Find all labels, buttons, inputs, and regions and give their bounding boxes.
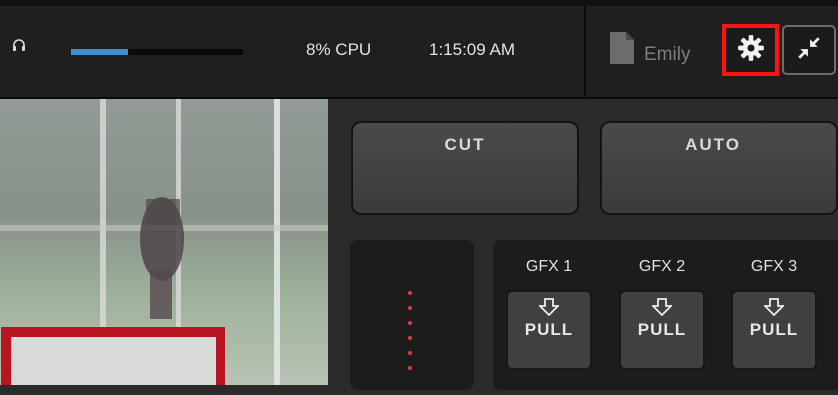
gfx-title: GFX 3 [750, 258, 798, 275]
cut-button[interactable]: CUT [351, 121, 579, 215]
preview-image [0, 99, 328, 385]
vu-meter-dots [408, 291, 412, 370]
down-arrow-icon [539, 298, 559, 316]
auto-button[interactable]: AUTO [600, 121, 838, 215]
gfx3-pull-button[interactable]: PULL [731, 290, 817, 370]
pull-label: PULL [524, 320, 574, 339]
audio-level-fill [71, 49, 128, 55]
gfx-channel-3: GFX 3 PULL [728, 258, 820, 370]
minimize-arrows-icon [796, 35, 822, 66]
headphones-icon[interactable] [12, 38, 26, 52]
gfx1-pull-button[interactable]: PULL [506, 290, 592, 370]
pull-label: PULL [637, 320, 687, 339]
audio-level-meter [71, 49, 243, 55]
cpu-usage: 8% CPU [306, 40, 372, 59]
auto-button-label: AUTO [685, 135, 741, 154]
clock: 1:15:09 AM [429, 40, 516, 59]
settings-button[interactable] [722, 24, 779, 76]
gfx-title: GFX 2 [638, 258, 686, 275]
topbar-divider [584, 6, 586, 97]
document-icon [610, 32, 634, 64]
gfx-channel-1: GFX 1 PULL [503, 258, 595, 370]
gfx-channel-2: GFX 2 PULL [616, 258, 708, 370]
audio-fader-panel [350, 240, 474, 390]
user-name[interactable]: Emily [644, 44, 690, 66]
gfx-title: GFX 1 [525, 258, 573, 275]
minimize-button[interactable] [782, 25, 836, 75]
gear-icon [737, 34, 765, 67]
pull-label: PULL [749, 320, 799, 339]
gfx2-pull-button[interactable]: PULL [619, 290, 705, 370]
cut-button-label: CUT [444, 135, 486, 154]
down-arrow-icon [764, 298, 784, 316]
preview-video[interactable] [0, 99, 328, 385]
down-arrow-icon [652, 298, 672, 316]
